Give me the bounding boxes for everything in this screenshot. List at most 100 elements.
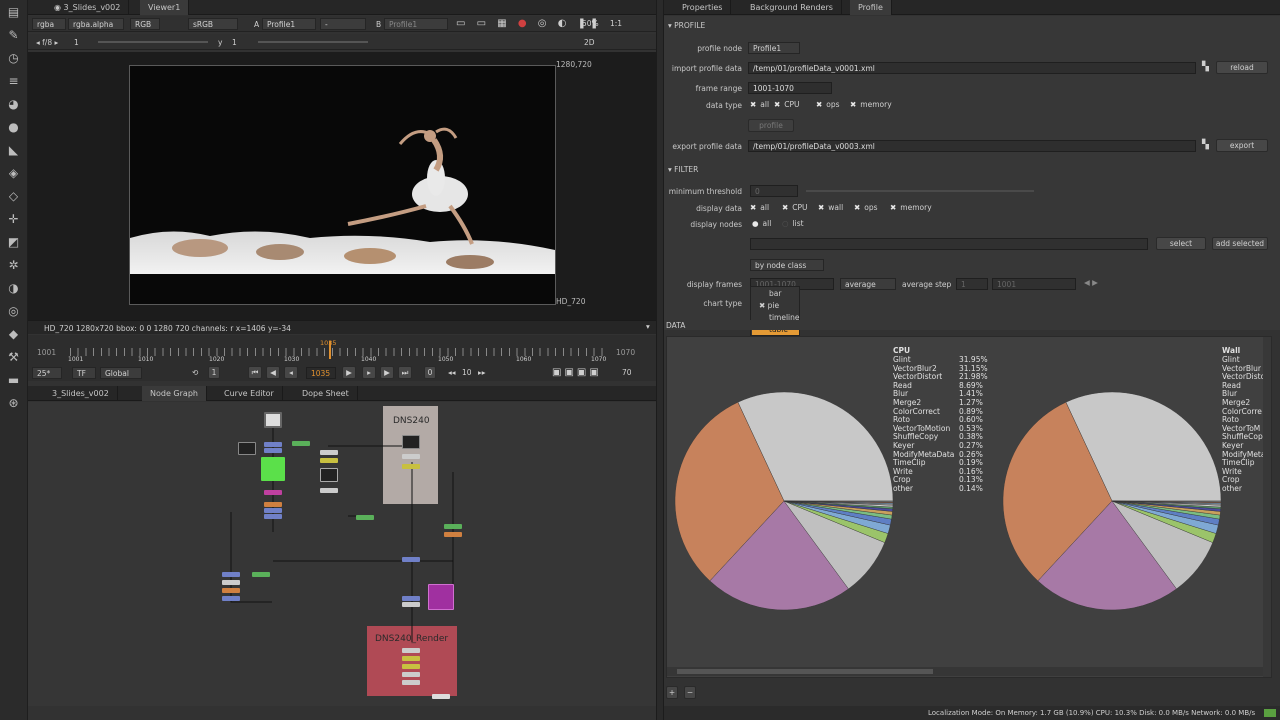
last-frame-button[interactable]: ⏭ [398, 366, 412, 379]
render-node-3[interactable] [402, 664, 420, 669]
gizmo-icon[interactable]: ⊛ [6, 396, 22, 410]
vector-node-a[interactable] [222, 572, 240, 577]
first-frame-button[interactable]: ⏮ [248, 366, 262, 379]
export-button[interactable]: export [1216, 139, 1268, 152]
write-node-2[interactable] [432, 694, 450, 699]
viewer-node-3[interactable] [402, 435, 420, 449]
display-data-ops[interactable]: ✖ ops [854, 203, 878, 212]
particles-icon[interactable]: ✲ [6, 258, 22, 272]
vector-node-d[interactable] [222, 596, 240, 601]
increment-button[interactable]: 1 [208, 366, 220, 379]
info-dropdown-icon[interactable]: ▾ [646, 322, 650, 331]
blur-node-2[interactable] [264, 448, 282, 453]
import-folder-icon[interactable]: ▚ [1202, 62, 1209, 72]
display-data-cpu[interactable]: ✖ CPU [782, 203, 808, 212]
merge-icon[interactable]: ◇ [6, 189, 22, 203]
render-node-4[interactable] [402, 672, 420, 677]
node-class-dropdown[interactable]: by node class [750, 259, 824, 271]
viewer-mode-icons[interactable]: ▣▣▣▣ [552, 367, 602, 378]
tab-viewer-script[interactable]: ◉ 3_Slides_v002 [46, 0, 130, 15]
write-node[interactable] [402, 680, 420, 685]
average-step-field[interactable]: 1 [956, 278, 988, 290]
frame-step-arrows[interactable]: ◀ ▶ [1084, 278, 1098, 287]
metadata-icon[interactable]: ◆ [6, 327, 22, 341]
step-back-button[interactable]: ◂ [284, 366, 298, 379]
timeline[interactable]: 1001 1070 1035 1001 1010 1020 1030 1040 … [28, 335, 656, 365]
add-button[interactable]: + [666, 686, 678, 699]
roto-node[interactable] [264, 490, 282, 495]
glint-node[interactable] [428, 584, 454, 610]
record-icon[interactable]: ● [518, 18, 531, 29]
shuffle-node[interactable] [402, 454, 420, 459]
tab-properties[interactable]: Properties [674, 0, 732, 15]
fstop-label[interactable]: ◂ f/8 ▸ [36, 38, 58, 47]
stack-icon[interactable]: ◈ [6, 166, 22, 180]
reload-button[interactable]: reload [1216, 61, 1268, 74]
prev-key-button[interactable]: ◀ [266, 366, 280, 379]
colorspace-dropdown[interactable]: RGB [130, 18, 160, 30]
gamma-value[interactable]: 1 [232, 38, 237, 47]
frame-range-field[interactable]: 1001-1070 [748, 82, 832, 94]
loop-icon[interactable]: ⟲ [192, 368, 198, 377]
export-path-field[interactable]: /temp/01/profileData_v0003.xml [748, 140, 1196, 152]
import-path-field[interactable]: /temp/01/profileData_v0001.xml [748, 62, 1196, 74]
section-filter-header[interactable]: ▾ FILTER [668, 165, 698, 174]
deep-icon[interactable]: ◑ [6, 281, 22, 295]
tab-curve-editor[interactable]: Curve Editor [216, 386, 283, 401]
data-type-memory[interactable]: ✖ memory [850, 100, 892, 109]
display-nodes-all[interactable]: ● all [752, 219, 771, 228]
alpha-dropdown[interactable]: rgba.alpha [68, 18, 124, 30]
timeclip-node[interactable] [402, 464, 420, 469]
tab-background-renders[interactable]: Background Renders [742, 0, 842, 15]
tab-node-graph[interactable]: Node Graph [142, 386, 207, 401]
vertical-scrollbar[interactable] [1263, 337, 1271, 677]
fps-dropdown[interactable]: 25* [32, 367, 62, 379]
profile-button[interactable]: profile [748, 119, 794, 132]
add-selected-button[interactable]: add selected [1212, 237, 1268, 250]
node-list-field[interactable] [750, 238, 1148, 250]
read-node[interactable] [264, 412, 282, 428]
next-key-button[interactable]: ▶ [380, 366, 394, 379]
render-node-1[interactable] [402, 648, 420, 653]
zoom-dropdown[interactable]: 50% [578, 18, 602, 30]
display-data-wall[interactable]: ✖ wall [818, 203, 843, 212]
views-icon[interactable]: ◎ [6, 304, 22, 318]
3d-icon[interactable]: ◩ [6, 235, 22, 249]
time-icon[interactable]: ◷ [6, 51, 22, 65]
tf-dropdown[interactable]: TF [72, 367, 96, 379]
render-node-2[interactable] [402, 656, 420, 661]
keyer-node[interactable] [261, 457, 285, 481]
vectortomotion-node[interactable] [402, 596, 420, 601]
lut-dropdown[interactable]: sRGB [188, 18, 238, 30]
merge-node-3[interactable] [444, 524, 462, 529]
vector-node-b[interactable] [222, 580, 240, 585]
gain-slider[interactable] [98, 41, 208, 43]
merge-node-2[interactable] [356, 515, 374, 520]
data-type-cpu[interactable]: ✖ CPU [774, 100, 800, 109]
copy-node[interactable] [402, 602, 420, 607]
viewer-canvas[interactable]: 1280,720 HD_720 [28, 52, 656, 320]
horizontal-scrollbar[interactable] [667, 667, 1263, 676]
vectorblur-node[interactable] [264, 508, 282, 513]
data-type-all[interactable]: ✖ all [750, 100, 769, 109]
min-threshold-slider[interactable] [806, 190, 1034, 192]
step-value[interactable]: 10 [462, 368, 472, 377]
chart-menu-pie[interactable]: ✖ pie [759, 301, 779, 310]
crop-node[interactable] [320, 488, 338, 493]
tab-dope-sheet[interactable]: Dope Sheet [294, 386, 358, 401]
display-data-memory[interactable]: ✖ memory [890, 203, 932, 212]
display-data-all[interactable]: ✖ all [750, 203, 769, 212]
paint-icon[interactable]: ✎ [6, 28, 22, 42]
skip-forward-icon[interactable]: ▸▸ [478, 368, 486, 377]
timeline-ruler[interactable] [70, 348, 604, 356]
skip-icon[interactable]: ◂◂ [448, 368, 456, 377]
gamma-slider[interactable] [258, 41, 368, 43]
tab-viewer1[interactable]: Viewer1 [140, 0, 190, 15]
play-button[interactable]: ▶ [342, 366, 356, 379]
section-profile-header[interactable]: ▾ PROFILE [668, 21, 705, 30]
draw-icon[interactable]: ◣ [6, 143, 22, 157]
node-graph-canvas[interactable]: DNS240 DNS240_Render [28, 402, 656, 706]
horizontal-scroll-thumb[interactable] [677, 669, 933, 674]
filter-icon[interactable]: ● [6, 120, 22, 134]
vector-node-c[interactable] [222, 588, 240, 593]
